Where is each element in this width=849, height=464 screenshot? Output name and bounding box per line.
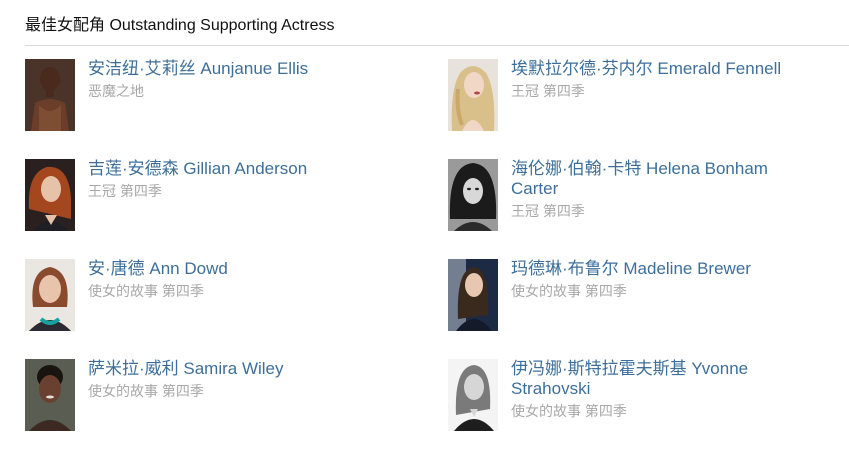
section-title: 最佳女配角 Outstanding Supporting Actress [25,17,335,34]
nominee-show: 使女的故事 第四季 [88,383,204,399]
nominee-name-link[interactable]: 伊冯娜·斯特拉霍夫斯基 Yvonne Strahovski [511,359,801,399]
nominee-card: 埃默拉尔德·芬内尔 Emerald Fennell 王冠 第四季 [448,59,808,133]
nominee-show: 王冠 第四季 [88,183,162,199]
nominee-card: 玛德琳·布鲁尔 Madeline Brewer 使女的故事 第四季 [448,259,808,333]
nominee-info: 海伦娜·伯翰·卡特 Helena Bonham Carter 王冠 第四季 [511,159,801,220]
nominee-card: 安·唐德 Ann Dowd 使女的故事 第四季 [25,259,385,333]
nominee-info: 安洁纽·艾莉丝 Aunjanue Ellis 恶魔之地 [88,59,378,100]
nominee-info: 萨米拉·威利 Samira Wiley 使女的故事 第四季 [88,359,378,400]
nominee-photo[interactable] [25,359,75,431]
nominee-name-link[interactable]: 吉莲·安德森 Gillian Anderson [88,159,378,179]
nominee-info: 吉莲·安德森 Gillian Anderson 王冠 第四季 [88,159,378,200]
awards-page: 最佳女配角 Outstanding Supporting Actress 安洁纽… [0,0,849,464]
nominee-show: 使女的故事 第四季 [511,283,627,299]
nominee-show: 王冠 第四季 [511,203,585,219]
nominee-photo[interactable] [448,159,498,231]
nominee-photo[interactable] [25,159,75,231]
nominee-show: 使女的故事 第四季 [88,283,204,299]
nominee-photo[interactable] [448,259,498,331]
nominee-info: 伊冯娜·斯特拉霍夫斯基 Yvonne Strahovski 使女的故事 第四季 [511,359,801,420]
nominee-name-link[interactable]: 安洁纽·艾莉丝 Aunjanue Ellis [88,59,378,79]
nominee-photo[interactable] [448,359,498,431]
nominee-photo[interactable] [448,59,498,131]
nominee-info: 安·唐德 Ann Dowd 使女的故事 第四季 [88,259,378,300]
nominee-name-link[interactable]: 海伦娜·伯翰·卡特 Helena Bonham Carter [511,159,801,199]
nominee-card: 安洁纽·艾莉丝 Aunjanue Ellis 恶魔之地 [25,59,385,133]
nominee-show: 恶魔之地 [88,83,144,99]
nominee-photo[interactable] [25,59,75,131]
nominee-name-link[interactable]: 萨米拉·威利 Samira Wiley [88,359,378,379]
nominee-photo[interactable] [25,259,75,331]
nominee-show: 王冠 第四季 [511,83,585,99]
section-header: 最佳女配角 Outstanding Supporting Actress [25,15,849,46]
nominee-name-link[interactable]: 埃默拉尔德·芬内尔 Emerald Fennell [511,59,801,79]
nominee-card: 吉莲·安德森 Gillian Anderson 王冠 第四季 [25,159,385,233]
nominee-show: 使女的故事 第四季 [511,403,627,419]
nominee-card: 萨米拉·威利 Samira Wiley 使女的故事 第四季 [25,359,385,433]
nominee-info: 玛德琳·布鲁尔 Madeline Brewer 使女的故事 第四季 [511,259,801,300]
nominee-name-link[interactable]: 玛德琳·布鲁尔 Madeline Brewer [511,259,801,279]
nominee-card: 海伦娜·伯翰·卡特 Helena Bonham Carter 王冠 第四季 [448,159,808,233]
nominee-card: 伊冯娜·斯特拉霍夫斯基 Yvonne Strahovski 使女的故事 第四季 [448,359,808,433]
nominee-info: 埃默拉尔德·芬内尔 Emerald Fennell 王冠 第四季 [511,59,801,100]
nominee-name-link[interactable]: 安·唐德 Ann Dowd [88,259,378,279]
